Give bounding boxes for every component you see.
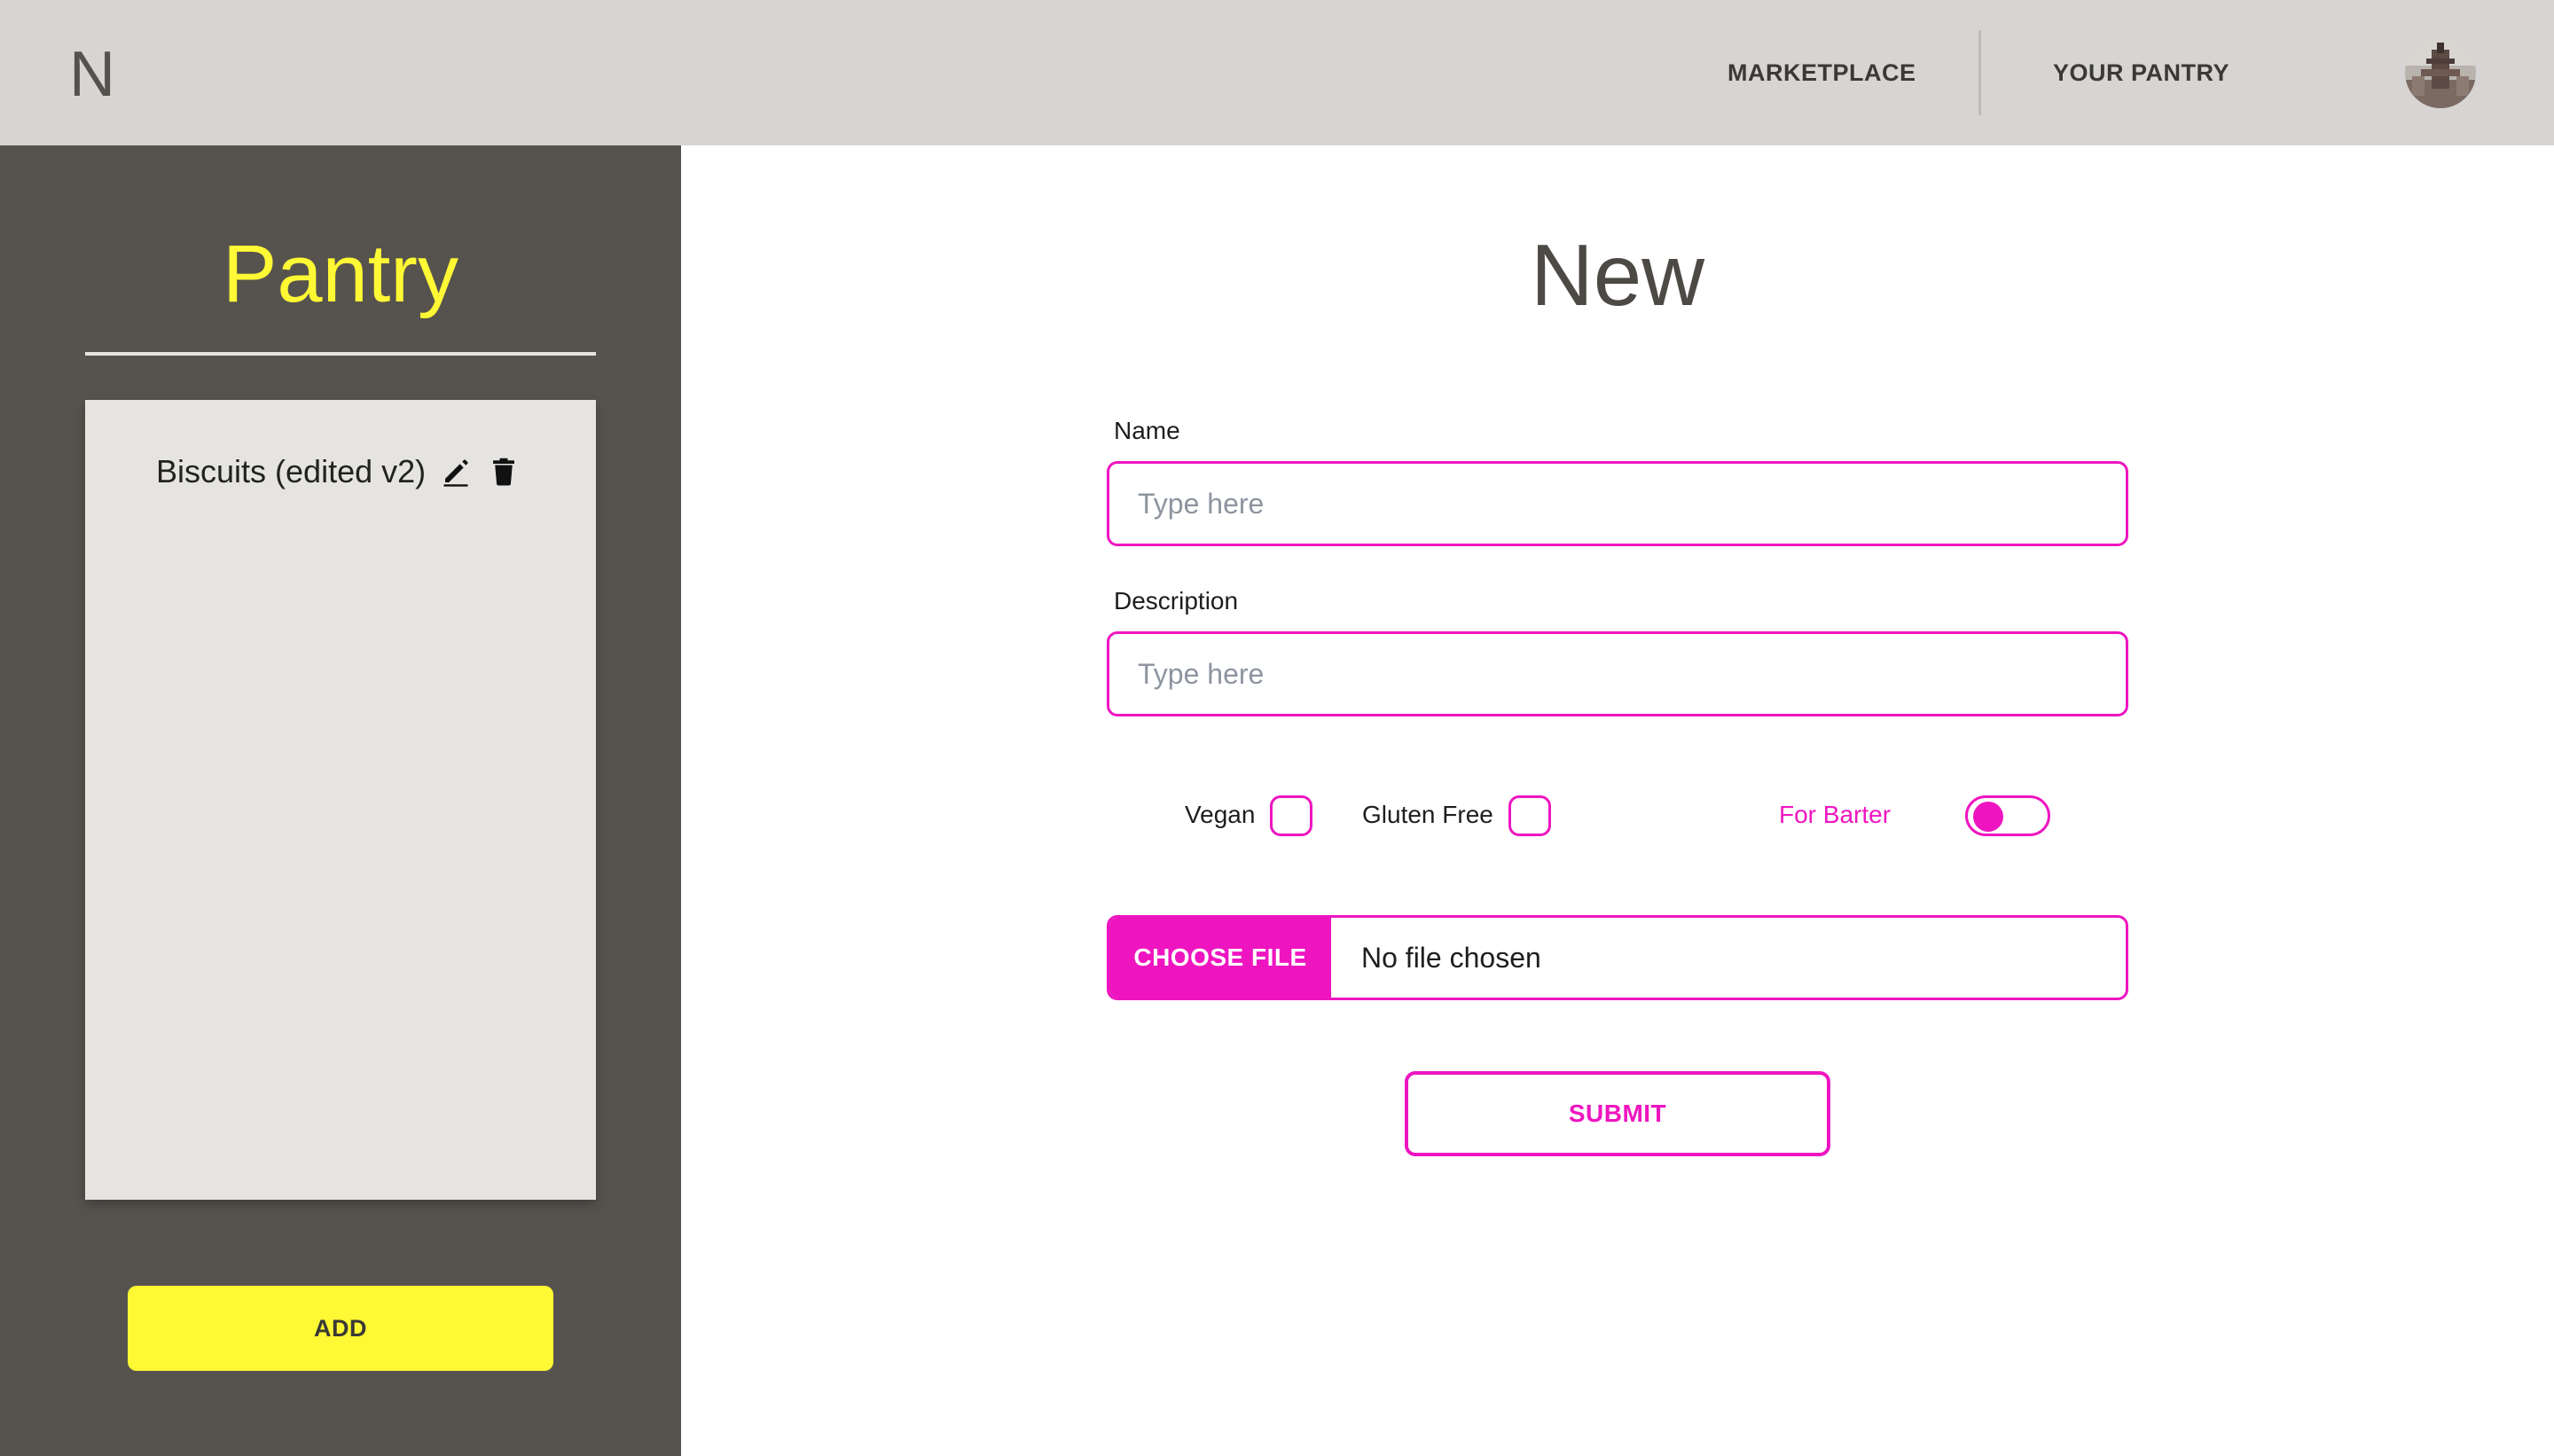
gluten-free-checkbox[interactable] xyxy=(1508,795,1551,836)
page-title: New xyxy=(681,222,2554,328)
for-barter-toggle[interactable] xyxy=(1965,795,2050,836)
top-navbar: N MARKETPLACE YOUR PANTRY xyxy=(0,0,2554,145)
description-label: Description xyxy=(1114,587,1239,614)
user-avatar[interactable] xyxy=(2405,37,2476,108)
sidebar-divider xyxy=(85,352,596,356)
trash-icon[interactable] xyxy=(488,456,520,488)
nav-divider xyxy=(1978,30,1981,115)
toggle-knob xyxy=(1973,802,2003,832)
name-label: Name xyxy=(1114,417,1180,444)
add-button[interactable]: ADD xyxy=(128,1286,553,1371)
avatar-image xyxy=(2405,37,2476,108)
file-status-text: No file chosen xyxy=(1361,942,1541,974)
nav-your-pantry-link[interactable]: YOUR PANTRY xyxy=(2053,57,2229,89)
sidebar-title: Pantry xyxy=(223,229,458,319)
description-input[interactable] xyxy=(1107,631,2128,716)
page-title-text: New xyxy=(1530,226,1705,324)
app-logo[interactable]: N xyxy=(69,39,115,110)
for-barter-label: For Barter xyxy=(1779,801,1892,828)
nav-marketplace-link[interactable]: MARKETPLACE xyxy=(1727,57,1916,89)
pantry-item-label[interactable]: Biscuits (edited v2) xyxy=(156,450,426,494)
name-input[interactable] xyxy=(1107,461,2128,546)
vegan-label: Vegan xyxy=(1185,801,1256,828)
vegan-checkbox[interactable] xyxy=(1270,795,1312,836)
pencil-icon[interactable] xyxy=(440,456,472,488)
pantry-sidebar: Pantry Biscuits (edited v2) ADD xyxy=(0,145,681,1456)
choose-file-button[interactable]: CHOOSE FILE xyxy=(1109,918,1331,998)
file-upload-field[interactable]: CHOOSE FILE No file chosen xyxy=(1107,915,2128,1000)
pantry-item-list: Biscuits (edited v2) xyxy=(85,400,596,1200)
pantry-list-item[interactable]: Biscuits (edited v2) xyxy=(156,450,520,494)
gluten-free-label: Gluten Free xyxy=(1362,801,1493,828)
submit-button[interactable]: SUBMIT xyxy=(1405,1071,1830,1156)
new-item-panel: New Name Description Vegan Gluten Free F… xyxy=(681,145,2554,1456)
